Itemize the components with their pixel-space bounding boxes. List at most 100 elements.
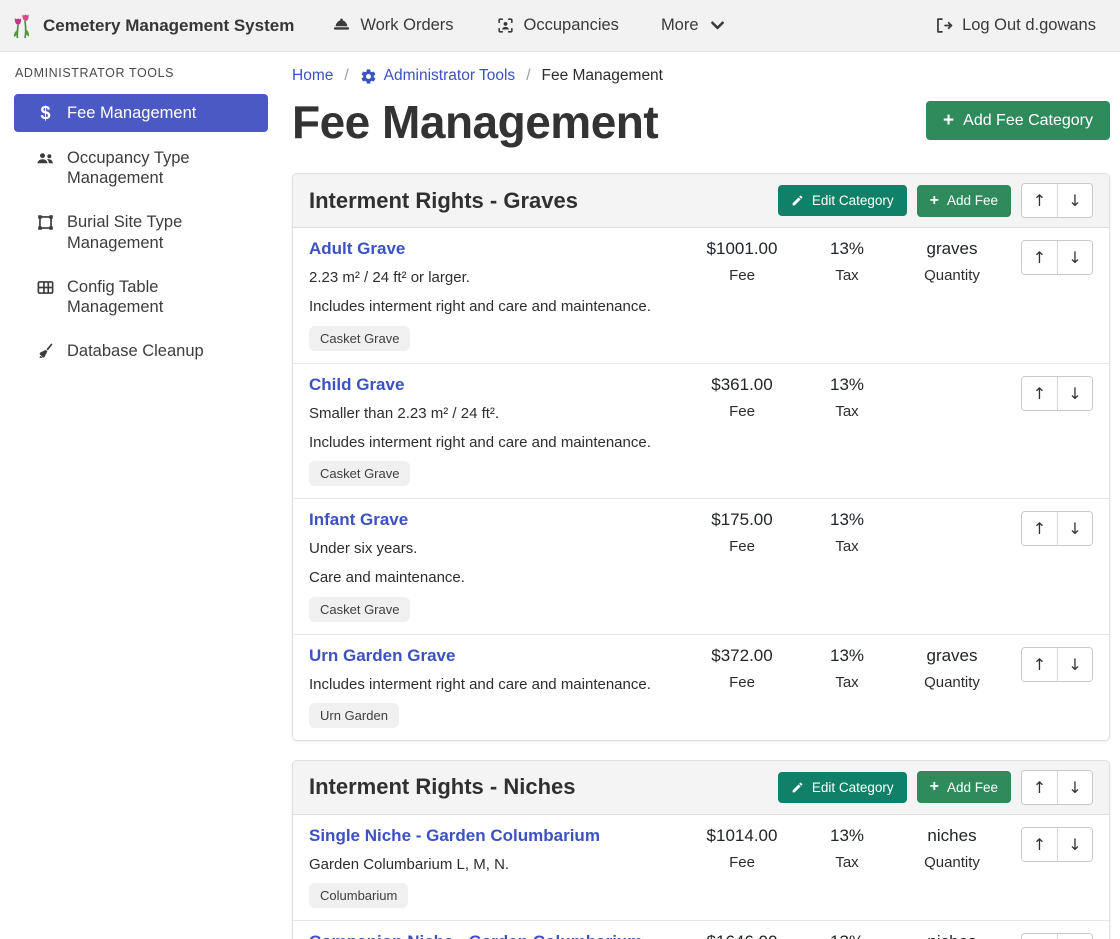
tax-column: 13%Tax <box>797 825 897 871</box>
fee-tag: Columbarium <box>309 883 408 908</box>
fee-amount-value: $1014.00 <box>687 826 797 846</box>
quantity-value: niches <box>897 932 1007 939</box>
breadcrumb-admin-tools-link[interactable]: Administrator Tools <box>360 67 516 85</box>
fee-tag-wrap: Casket Grave <box>309 589 687 622</box>
tax-value: 13% <box>797 646 897 666</box>
add-fee-category-button[interactable]: + Add Fee Category <box>926 101 1110 140</box>
fee-name-link[interactable]: Infant Grave <box>309 510 408 530</box>
logout-label: Log Out d.gowans <box>962 16 1096 35</box>
fee-name-link[interactable]: Single Niche - Garden Columbarium <box>309 826 600 846</box>
add-fee-button[interactable]: + Add Fee <box>917 185 1011 217</box>
tax-label: Tax <box>797 267 897 284</box>
sidebar-item-config-table-management[interactable]: Config Table Management <box>14 269 268 325</box>
app-title: Cemetery Management System <box>43 16 294 36</box>
fee-reorder-group: ↑↓ <box>1021 511 1093 546</box>
sidebar-item-label: Occupancy Type Management <box>67 148 258 188</box>
table-icon <box>36 278 55 297</box>
add-fee-label: Add Fee <box>947 193 998 208</box>
plus-icon: + <box>930 193 939 209</box>
fee-tag: Casket Grave <box>309 326 410 351</box>
fee-name-link[interactable]: Adult Grave <box>309 239 405 259</box>
logout-icon <box>934 16 953 35</box>
fee-amount-column: $361.00 Fee <box>687 374 797 420</box>
fee-arrows: ↑↓ <box>1007 645 1093 682</box>
fee-details: Companion Niche - Garden ColumbariumGard… <box>309 931 687 939</box>
fee-tag: Casket Grave <box>309 461 410 486</box>
breadcrumb-admin-tools-label: Administrator Tools <box>384 67 516 85</box>
fee-details: Adult Grave2.23 m² / 24 ft² or larger.In… <box>309 238 687 351</box>
category-title: Interment Rights - Graves <box>309 188 778 214</box>
category-move-up-button[interactable]: ↑ <box>1022 184 1057 217</box>
sidebar-item-burial-site-type-management[interactable]: Burial Site Type Management <box>14 204 268 260</box>
category-move-down-button[interactable]: ↓ <box>1057 771 1092 804</box>
fee-move-up-button[interactable]: ↑ <box>1022 828 1057 861</box>
fee-row-adult-grave: Adult Grave2.23 m² / 24 ft² or larger.In… <box>293 228 1109 363</box>
tax-value: 13% <box>797 375 897 395</box>
fee-amount-value: $175.00 <box>687 510 797 530</box>
nav-item-occupancies[interactable]: Occupancies <box>496 16 619 35</box>
fee-move-up-button[interactable]: ↑ <box>1022 934 1057 939</box>
quantity-label: Quantity <box>897 854 1007 871</box>
fee-name-link[interactable]: Urn Garden Grave <box>309 646 455 666</box>
main-content: Home / Administrator Tools / Fee Managem… <box>280 52 1120 939</box>
fee-details: Single Niche - Garden Columbarium Garden … <box>309 825 687 908</box>
edit-category-button[interactable]: Edit Category <box>778 185 907 216</box>
tax-value: 13% <box>797 239 897 259</box>
logout-button[interactable]: Log Out d.gowans <box>934 16 1096 35</box>
fee-arrows: ↑↓ <box>1007 931 1093 939</box>
nav-item-work-orders[interactable]: Work Orders <box>332 16 453 35</box>
edit-category-label: Edit Category <box>812 780 894 795</box>
add-fee-button[interactable]: +Add Fee <box>917 771 1011 803</box>
breadcrumb-home-link[interactable]: Home <box>292 67 333 85</box>
fee-amount-label: Fee <box>687 403 797 420</box>
nav-item-label: More <box>661 16 699 35</box>
sidebar-item-label: Fee Management <box>67 103 196 123</box>
quantity-column <box>897 374 1007 375</box>
sidebar-item-fee-management[interactable]: $Fee Management <box>14 94 268 132</box>
fee-details: Infant GraveUnder six years.Care and mai… <box>309 509 687 622</box>
fee-reorder-group: ↑↓ <box>1021 827 1093 862</box>
category-move-up-button[interactable]: ↑ <box>1022 771 1057 804</box>
fee-move-down-button[interactable]: ↓ <box>1057 241 1092 274</box>
fee-amount-column: $1646.00Fee <box>687 931 797 939</box>
nav-item-more[interactable]: More <box>661 16 727 35</box>
fee-move-down-button[interactable]: ↓ <box>1057 377 1092 410</box>
fee-description: Care and maintenance. <box>309 568 687 588</box>
sidebar-item-label: Burial Site Type Management <box>67 212 258 252</box>
fee-amount-value: $361.00 <box>687 375 797 395</box>
fee-move-up-button[interactable]: ↑ <box>1022 648 1057 681</box>
fee-move-down-button[interactable]: ↓ <box>1057 648 1092 681</box>
fee-name-link[interactable]: Companion Niche - Garden Columbarium <box>309 932 642 939</box>
edit-category-button[interactable]: Edit Category <box>778 772 907 803</box>
fee-move-down-button[interactable]: ↓ <box>1057 512 1092 545</box>
fee-row-companion-niche-garden-columbarium: Companion Niche - Garden ColumbariumGard… <box>293 920 1109 939</box>
fee-move-up-button[interactable]: ↑ <box>1022 377 1057 410</box>
sidebar-section-title: ADMINISTRATOR TOOLS <box>15 66 268 80</box>
nav-item-label: Occupancies <box>524 16 619 35</box>
fee-move-up-button[interactable]: ↑ <box>1022 241 1057 274</box>
fee-name-link[interactable]: Child Grave <box>309 375 404 395</box>
quantity-value: graves <box>897 646 1007 666</box>
sidebar-item-database-cleanup[interactable]: Database Cleanup <box>14 333 268 369</box>
tulip-logo-icon <box>10 13 34 39</box>
sidebar-item-occupancy-type-management[interactable]: Occupancy Type Management <box>14 140 268 196</box>
fee-description: Garden Columbarium L, M, N. <box>309 855 687 875</box>
quantity-column <box>897 509 1007 510</box>
nav-item-label: Work Orders <box>360 16 453 35</box>
fee-move-down-button[interactable]: ↓ <box>1057 934 1092 939</box>
tax-value: 13% <box>797 510 897 530</box>
fee-move-down-button[interactable]: ↓ <box>1057 828 1092 861</box>
tax-column: 13%Tax <box>797 645 897 691</box>
fee-row-infant-grave: Infant GraveUnder six years.Care and mai… <box>293 498 1109 634</box>
fee-amount-column: $1001.00Fee <box>687 238 797 284</box>
fee-tag-wrap: Casket Grave <box>309 318 687 351</box>
category-reorder-group: ↑↓ <box>1021 183 1093 218</box>
fee-reorder-group: ↑↓ <box>1021 933 1093 939</box>
category-header: Interment Rights - NichesEdit Category+A… <box>293 761 1109 815</box>
fee-arrows: ↑↓ <box>1007 509 1093 546</box>
breadcrumb-separator: / <box>344 67 348 85</box>
fee-move-up-button[interactable]: ↑ <box>1022 512 1057 545</box>
tax-column: 13%Tax <box>797 931 897 939</box>
category-move-down-button[interactable]: ↓ <box>1057 184 1092 217</box>
fee-tag: Urn Garden <box>309 703 399 728</box>
